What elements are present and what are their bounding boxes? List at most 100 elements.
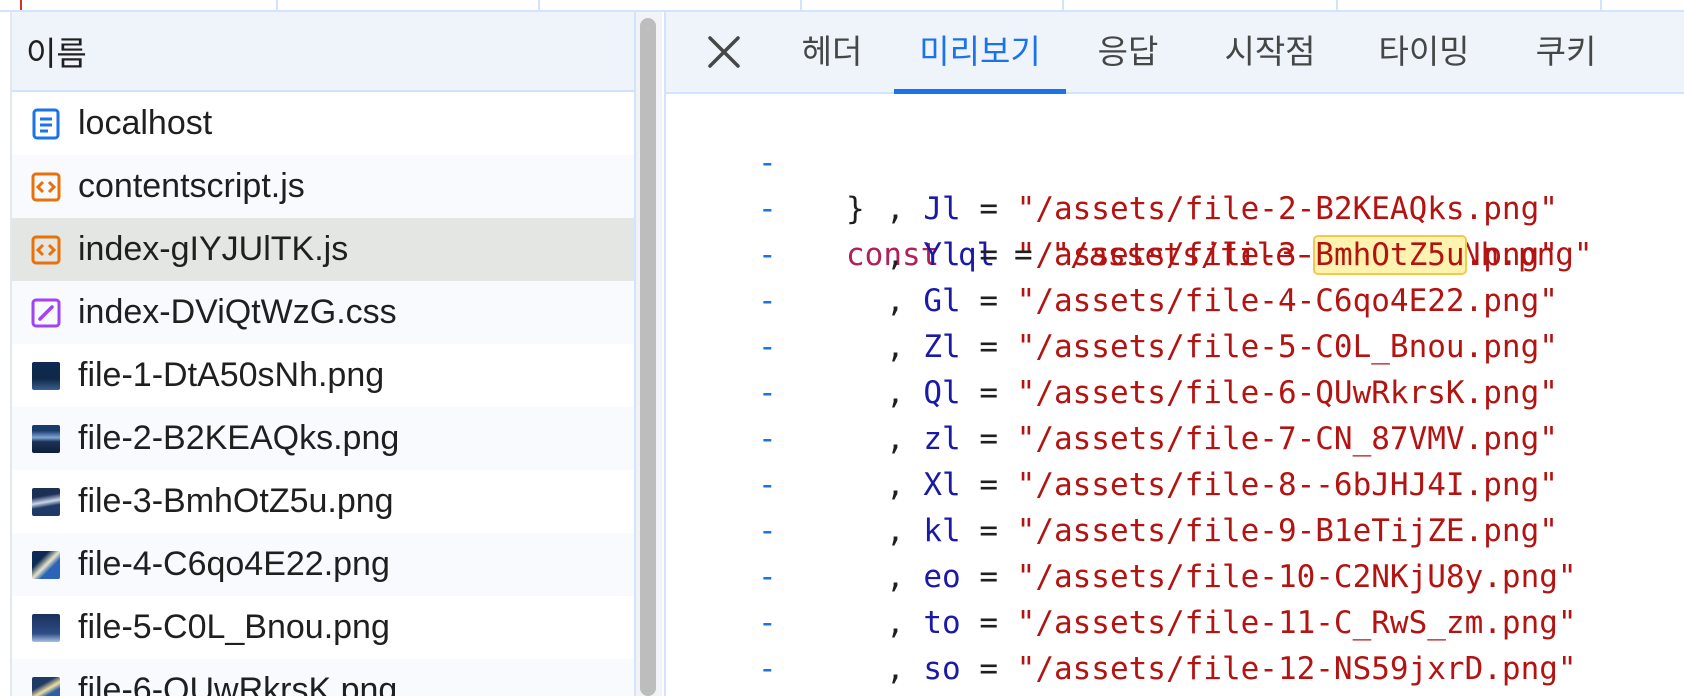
request-name: file-5-C0L_Bnou.png bbox=[78, 608, 390, 646]
string-literal: "/assets/file-11-C_RwS_zm.png" bbox=[1016, 605, 1577, 641]
line-marker: - bbox=[758, 283, 777, 319]
line-marker: - bbox=[758, 467, 777, 503]
line-marker: - bbox=[758, 191, 777, 227]
column-divider bbox=[800, 0, 802, 10]
detail-tabbar: 헤더 미리보기 응답 시작점 타이밍 쿠키 bbox=[666, 12, 1684, 94]
request-row[interactable]: localhost bbox=[12, 92, 634, 155]
request-name: contentscript.js bbox=[78, 167, 305, 205]
declaration: , zl = "/assets/file-7-CN_87VMV.png" bbox=[886, 421, 1558, 457]
variable-name: Zl bbox=[923, 329, 961, 365]
request-row[interactable]: file-2-B2KEAQks.png bbox=[12, 407, 634, 470]
code-line: - const ql = "/assets/file-1-DtA50sNh.pn… bbox=[666, 140, 1593, 273]
tab-preview[interactable]: 미리보기 bbox=[894, 12, 1066, 94]
variable-name: Xl bbox=[923, 467, 961, 503]
declaration: , eo = "/assets/file-10-C2NKjU8y.png" bbox=[886, 559, 1577, 595]
string-literal: "/assets/file-3-BmhOtZ5u.png" bbox=[1016, 235, 1558, 275]
request-row[interactable]: file-1-DtA50sNh.png bbox=[12, 344, 634, 407]
request-row[interactable]: file-3-BmhOtZ5u.png bbox=[12, 470, 634, 533]
image-thumbnail-icon bbox=[30, 486, 62, 518]
tab-headers[interactable]: 헤더 bbox=[782, 12, 882, 92]
line-marker: - bbox=[758, 651, 777, 687]
line-marker: - bbox=[758, 605, 777, 641]
declaration: , kl = "/assets/file-9-B1eTijZE.png" bbox=[886, 513, 1558, 549]
declaration: , to = "/assets/file-11-C_RwS_zm.png" bbox=[886, 605, 1577, 641]
image-thumbnail-icon bbox=[30, 549, 62, 581]
line-marker: - bbox=[758, 375, 777, 411]
string-literal: "/assets/file-8--6bJHJ4I.png" bbox=[1016, 467, 1558, 503]
string-literal: "/assets/file-5-C0L_Bnou.png" bbox=[1016, 329, 1558, 365]
column-divider bbox=[1062, 0, 1064, 10]
string-prefix: "/assets/file-3- bbox=[1016, 237, 1316, 273]
request-row[interactable]: file-4-C6qo4E22.png bbox=[12, 533, 634, 596]
column-divider bbox=[1600, 0, 1602, 10]
variable-name: kl bbox=[923, 513, 961, 549]
declaration: , so = "/assets/file-12-NS59jxrD.png" bbox=[886, 651, 1577, 687]
string-literal: "/assets/file-10-C2NKjU8y.png" bbox=[1016, 559, 1577, 595]
scrollbar-thumb[interactable] bbox=[640, 18, 656, 696]
line-marker: - bbox=[758, 421, 777, 457]
timeline-marker bbox=[20, 0, 22, 10]
request-name: index-gIYJUlTK.js bbox=[78, 230, 349, 268]
search-highlight: BmhOtZ5u bbox=[1313, 235, 1467, 275]
variable-name: to bbox=[923, 605, 961, 641]
line-marker: - bbox=[758, 329, 777, 365]
line-marker: - bbox=[758, 513, 777, 549]
string-literal: "/assets/file-9-B1eTijZE.png" bbox=[1016, 513, 1558, 549]
request-list: localhost contentscript.js index-gIYJUlTK.… bbox=[12, 92, 634, 696]
request-row[interactable]: contentscript.js bbox=[12, 155, 634, 218]
line-marker: - bbox=[758, 559, 777, 595]
image-thumbnail-icon bbox=[30, 423, 62, 455]
request-row[interactable]: index-gIYJUlTK.js bbox=[12, 218, 634, 281]
request-name: file-2-B2KEAQks.png bbox=[78, 419, 400, 457]
request-row[interactable]: file-5-C0L_Bnou.png bbox=[12, 596, 634, 659]
variable-name: zl bbox=[923, 421, 961, 457]
variable-name: Jl bbox=[923, 191, 961, 227]
request-name: file-4-C6qo4E22.png bbox=[78, 545, 390, 583]
string-literal: "/assets/file-12-NS59jxrD.png" bbox=[1016, 651, 1577, 687]
declaration: , Xl = "/assets/file-8--6bJHJ4I.png" bbox=[886, 467, 1558, 503]
string-literal: "/assets/file-6-QUwRkrsK.png" bbox=[1016, 375, 1558, 411]
variable-name: so bbox=[923, 651, 961, 687]
image-thumbnail-icon bbox=[30, 612, 62, 644]
column-divider bbox=[538, 0, 540, 10]
request-row[interactable]: file-6-QUwRkrsK.png bbox=[12, 659, 634, 696]
variable-name: Ql bbox=[923, 375, 961, 411]
closing-brace: } bbox=[846, 191, 865, 227]
request-name: file-3-BmhOtZ5u.png bbox=[78, 482, 394, 520]
code-line: - } bbox=[666, 94, 865, 227]
declaration: , Yl = "/assets/file-3-BmhOtZ5u.png" bbox=[886, 235, 1558, 275]
name-column-label: 이름 bbox=[26, 35, 87, 72]
script-icon bbox=[30, 171, 62, 203]
request-name: file-1-DtA50sNh.png bbox=[78, 356, 385, 394]
declaration: , Jl = "/assets/file-2-B2KEAQks.png" bbox=[886, 191, 1558, 227]
string-suffix: .png" bbox=[1464, 237, 1558, 273]
tab-response[interactable]: 응답 bbox=[1078, 12, 1178, 92]
request-name: index-DViQtWzG.css bbox=[78, 293, 397, 331]
string-literal: "/assets/file-4-C6qo4E22.png" bbox=[1016, 283, 1558, 319]
string-literal: "/assets/file-2-B2KEAQks.png" bbox=[1016, 191, 1558, 227]
request-list-panel: 이름 localhost contentscript.js index-gIYJUl… bbox=[10, 12, 636, 696]
tab-initiator[interactable]: 시작점 bbox=[1200, 12, 1340, 92]
string-literal: "/assets/file-7-CN_87VMV.png" bbox=[1016, 421, 1558, 457]
variable-name: Yl bbox=[923, 237, 961, 273]
script-icon bbox=[30, 234, 62, 266]
line-marker: - bbox=[758, 237, 777, 273]
close-button[interactable] bbox=[702, 30, 746, 74]
declaration: , Ql = "/assets/file-6-QUwRkrsK.png" bbox=[886, 375, 1558, 411]
variable-name: eo bbox=[923, 559, 961, 595]
name-column-header[interactable]: 이름 bbox=[12, 12, 634, 92]
request-row[interactable]: index-DViQtWzG.css bbox=[12, 281, 634, 344]
declaration: , Zl = "/assets/file-5-C0L_Bnou.png" bbox=[886, 329, 1558, 365]
document-icon bbox=[30, 108, 62, 140]
column-header-strip bbox=[0, 0, 1684, 12]
stylesheet-icon bbox=[30, 297, 62, 329]
tab-timing[interactable]: 타이밍 bbox=[1354, 12, 1494, 92]
request-name: file-6-QUwRkrsK.png bbox=[78, 671, 398, 696]
close-icon bbox=[708, 36, 740, 68]
preview-panel: 헤더 미리보기 응답 시작점 타이밍 쿠키 - } - const ql = "… bbox=[664, 12, 1684, 696]
image-thumbnail-icon bbox=[30, 675, 62, 696]
column-divider bbox=[276, 0, 278, 10]
image-thumbnail-icon bbox=[30, 360, 62, 392]
declaration: , Gl = "/assets/file-4-C6qo4E22.png" bbox=[886, 283, 1558, 319]
tab-cookies[interactable]: 쿠키 bbox=[1516, 12, 1616, 92]
